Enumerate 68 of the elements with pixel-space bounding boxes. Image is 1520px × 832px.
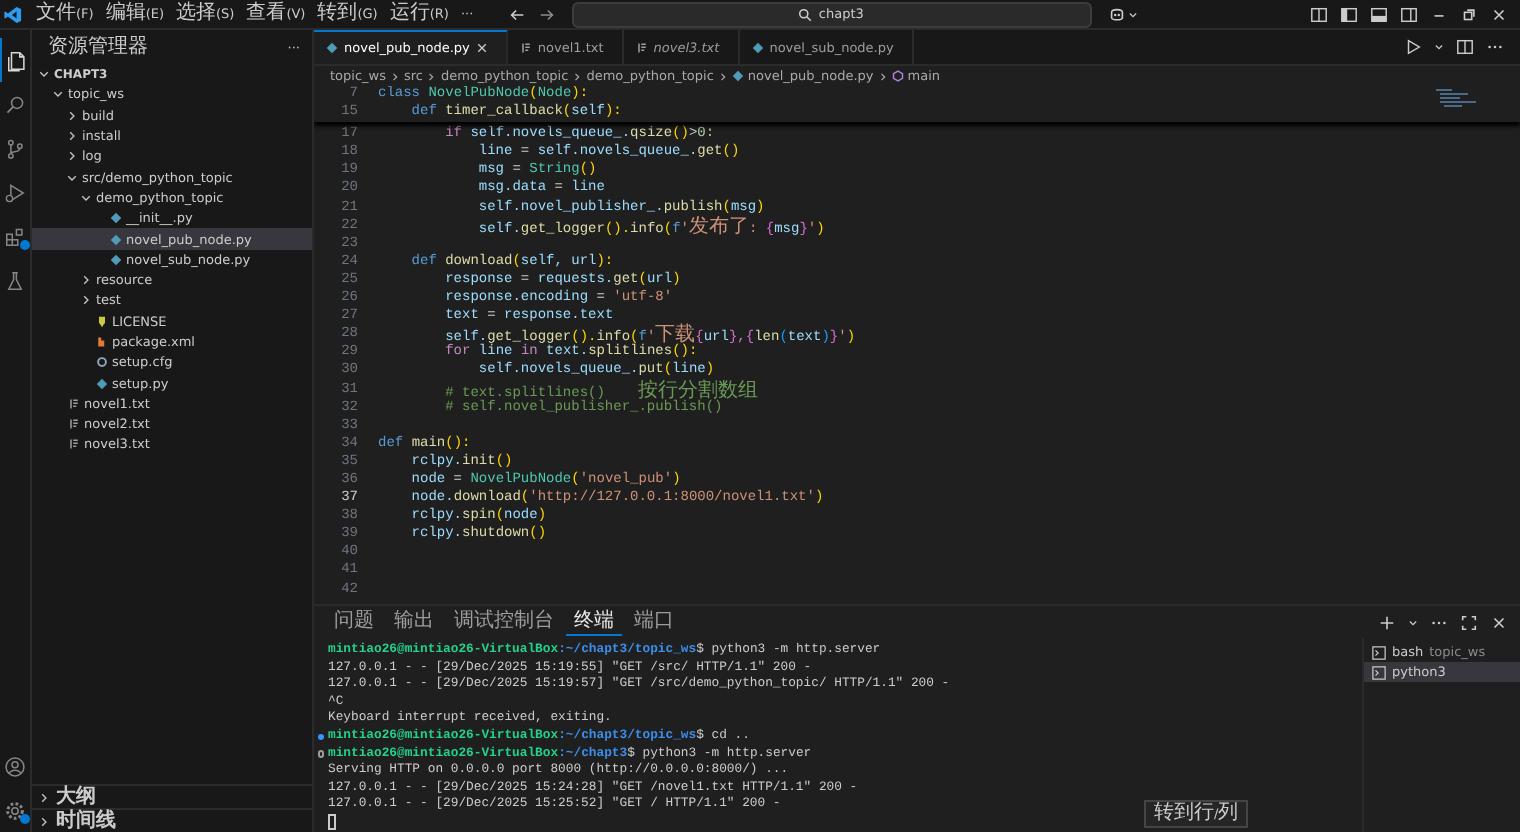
chevron-icon[interactable] [38, 791, 50, 803]
python-file-icon [326, 42, 338, 54]
chat-icon[interactable] [1107, 5, 1126, 23]
plus-icon[interactable] [1378, 613, 1396, 631]
chevron-icon[interactable] [80, 294, 92, 307]
settings-icon [4, 799, 26, 821]
chevron-icon[interactable] [80, 191, 92, 204]
search-icon [4, 93, 26, 115]
command-pending-icon[interactable] [317, 750, 325, 758]
maximize-icon[interactable] [1460, 613, 1478, 631]
chevron-icon[interactable] [52, 88, 64, 101]
certificate-icon [96, 315, 108, 328]
search-icon [798, 7, 813, 21]
function-icon [891, 70, 904, 82]
layout-icon[interactable] [1310, 5, 1328, 23]
text-file-icon [519, 41, 532, 53]
panel-tab[interactable]: 输出 [386, 609, 442, 635]
panel-tab[interactable]: 端口 [626, 609, 682, 635]
chevron-icon[interactable] [66, 130, 78, 143]
extensions-icon [4, 225, 26, 247]
python-file-icon [96, 377, 108, 390]
branch-icon [4, 137, 26, 159]
caret-icon[interactable] [1127, 9, 1138, 19]
flask-icon [4, 269, 26, 291]
chevron-icon [717, 71, 728, 81]
terminal-cursor [328, 813, 336, 830]
split-editor-icon[interactable] [1456, 38, 1474, 56]
chevron-icon[interactable] [38, 68, 50, 81]
caret-icon[interactable] [1434, 42, 1444, 52]
panel-tab[interactable]: 调试控制台 [446, 609, 562, 635]
files-icon [5, 49, 27, 71]
chevron-icon[interactable] [38, 815, 50, 827]
close-icon[interactable] [475, 42, 488, 54]
chevron-icon [426, 71, 437, 81]
close-icon[interactable] [1490, 613, 1508, 631]
text-file-icon [68, 438, 80, 451]
chevron-icon [572, 71, 583, 81]
collapsed-section[interactable]: 大纲 [32, 784, 312, 808]
forward-arrow-icon[interactable] [537, 5, 556, 23]
panel-tab[interactable]: 终端 [566, 609, 622, 635]
terminal-icon [1372, 665, 1386, 679]
sidebar-toggle-icon[interactable] [1340, 5, 1358, 23]
python-file-icon [751, 41, 764, 53]
caret-icon[interactable] [1408, 617, 1418, 627]
command-success-icon[interactable] [317, 733, 325, 741]
account-icon [4, 755, 26, 777]
xml-file-icon [96, 336, 108, 348]
close-icon[interactable] [1490, 5, 1508, 23]
chevron-icon[interactable] [80, 274, 92, 287]
run-icon[interactable] [1404, 38, 1422, 56]
chevron-icon [389, 71, 400, 81]
panel-toggle-icon[interactable] [1370, 5, 1388, 23]
text-file-icon [68, 418, 80, 431]
chevron-icon[interactable] [66, 109, 78, 122]
python-file-icon [731, 70, 744, 82]
text-file-icon [68, 397, 80, 410]
terminal-icon [1372, 645, 1386, 659]
chevron-icon[interactable] [66, 150, 78, 163]
sidebar-title: 资源管理器 [48, 37, 148, 57]
secondary-sidebar-icon[interactable] [1400, 5, 1418, 23]
chevron-icon[interactable] [66, 171, 78, 184]
restore-icon[interactable] [1460, 5, 1478, 23]
collapsed-section[interactable]: 时间线 [32, 808, 312, 832]
text-file-icon [635, 41, 648, 53]
app-logo-icon [4, 5, 22, 23]
back-arrow-icon[interactable] [507, 5, 526, 23]
panel-tab[interactable]: 问题 [326, 609, 382, 635]
chevron-icon [877, 71, 888, 81]
